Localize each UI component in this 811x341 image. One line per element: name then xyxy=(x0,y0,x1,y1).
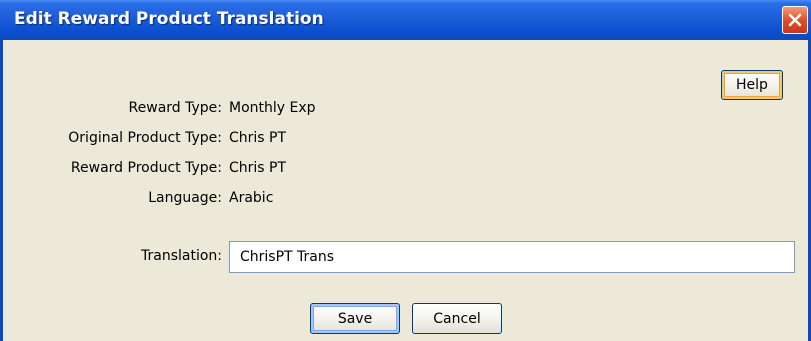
reward-product-type-row: Reward Product Type: Chris PT xyxy=(0,160,811,180)
language-row: Language: Arabic xyxy=(0,190,811,210)
close-button[interactable] xyxy=(782,6,808,34)
help-button[interactable]: Help xyxy=(721,70,783,100)
language-label: Language: xyxy=(148,190,222,206)
dialog-window: Edit Reward Product Translation Help Rew… xyxy=(0,0,811,341)
title-bar[interactable]: Edit Reward Product Translation xyxy=(0,0,811,40)
window-title: Edit Reward Product Translation xyxy=(14,9,324,29)
cancel-button[interactable]: Cancel xyxy=(412,303,502,334)
reward-product-type-label: Reward Product Type: xyxy=(70,160,222,176)
translation-input[interactable] xyxy=(229,241,795,273)
reward-product-type-value: Chris PT xyxy=(229,160,287,176)
translation-label: Translation: xyxy=(141,248,222,264)
original-product-type-row: Original Product Type: Chris PT xyxy=(0,130,811,150)
language-value: Arabic xyxy=(229,190,274,206)
save-button[interactable]: Save xyxy=(310,303,400,334)
original-product-type-label: Original Product Type: xyxy=(68,130,222,146)
reward-type-value: Monthly Exp xyxy=(229,100,316,116)
reward-type-row: Reward Type: Monthly Exp xyxy=(0,100,811,120)
close-icon xyxy=(788,13,802,27)
original-product-type-value: Chris PT xyxy=(229,130,287,146)
reward-type-label: Reward Type: xyxy=(128,100,222,116)
